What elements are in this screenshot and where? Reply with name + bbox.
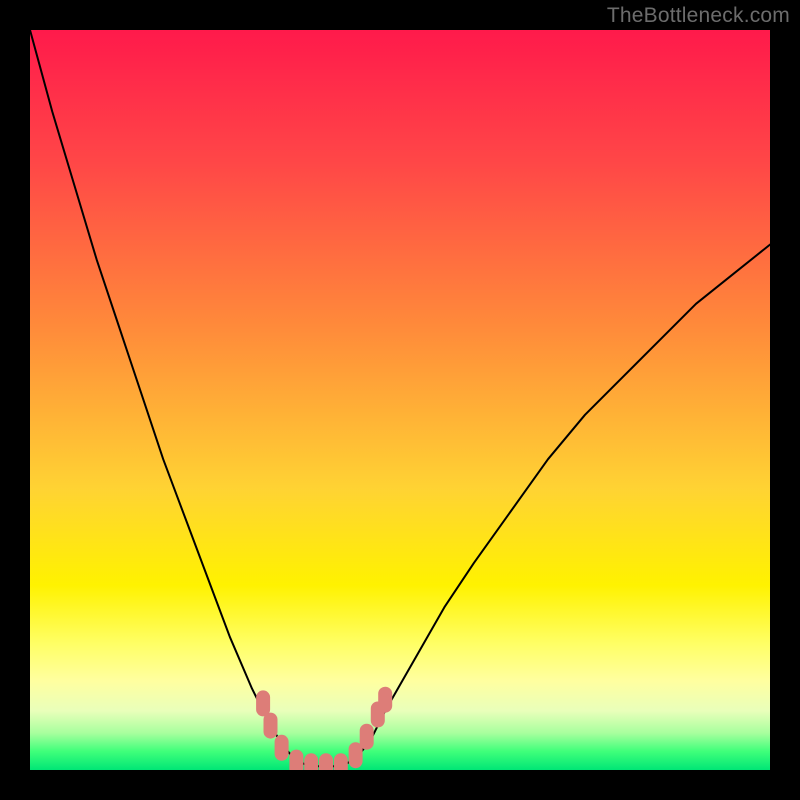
highlight-marker [289, 750, 303, 770]
highlight-marker [304, 753, 318, 770]
chart-background [30, 30, 770, 770]
highlight-marker [378, 687, 392, 713]
highlight-marker [264, 713, 278, 739]
highlight-marker [334, 753, 348, 770]
highlight-marker [256, 690, 270, 716]
highlight-marker [349, 742, 363, 768]
bottleneck-chart [30, 30, 770, 770]
watermark-text: TheBottleneck.com [607, 4, 790, 28]
highlight-marker [319, 753, 333, 770]
highlight-marker [360, 724, 374, 750]
highlight-marker [275, 735, 289, 761]
chart-frame: TheBottleneck.com [0, 0, 800, 800]
